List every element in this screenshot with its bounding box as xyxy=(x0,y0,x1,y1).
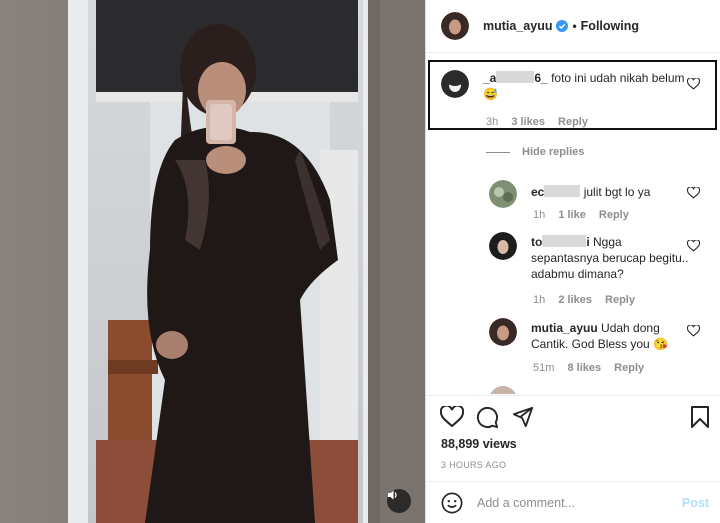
avatar[interactable] xyxy=(489,386,517,394)
comment-text-block: to i Ngga sepantasnya berucap begitu.. ad… xyxy=(531,232,689,282)
like-comment-heart-icon[interactable] xyxy=(687,325,700,337)
like-comment-heart-icon[interactable] xyxy=(687,187,700,199)
comment-username[interactable]: to i xyxy=(531,235,590,249)
like-comment-heart-icon[interactable] xyxy=(687,240,700,252)
reply-button[interactable]: Reply xyxy=(605,294,635,306)
comment-meta: 51m 8 likes Reply xyxy=(533,362,654,374)
emoji: 😅 xyxy=(483,87,498,101)
mirror-selfie-image xyxy=(0,0,425,523)
comment-likes[interactable]: 1 like xyxy=(558,209,586,221)
comment-time: 1h xyxy=(533,209,546,221)
comment: _a 6_ foto ini udah nikah belum 😅 xyxy=(441,70,691,102)
share-plane-icon[interactable] xyxy=(512,406,534,428)
comment-text: foto ini udah nikah belum xyxy=(551,71,685,85)
hide-replies-button[interactable]: Hide replies xyxy=(486,146,584,158)
comment-text-block: ec julit bgt lo ya xyxy=(531,180,650,208)
reply-button[interactable]: Reply xyxy=(614,362,644,374)
comment-time: 1h xyxy=(533,294,546,306)
sound-toggle-button[interactable] xyxy=(387,489,411,513)
bookmark-icon[interactable] xyxy=(691,406,709,428)
redaction-blur xyxy=(496,71,535,83)
reply: ec julit bgt lo ya xyxy=(489,180,689,208)
redaction-blur xyxy=(544,185,581,197)
emoji: 😘 xyxy=(653,337,669,351)
view-count[interactable]: 88,899 views xyxy=(441,437,517,451)
comment-likes[interactable]: 3 likes xyxy=(511,116,545,128)
like-heart-icon[interactable] xyxy=(440,406,464,428)
post-sidebar: mutia_ayuu • Following _a 6_ foto ini uda… xyxy=(425,0,720,523)
comment-meta: 1h 2 likes Reply xyxy=(533,294,645,306)
avatar[interactable] xyxy=(489,232,517,260)
redaction-blur xyxy=(542,235,587,247)
post-timestamp[interactable]: 3 HOURS AGO xyxy=(441,460,506,470)
reply: mutia_ayuu Udah dong Cantik. God Bless y… xyxy=(489,318,689,352)
reply-button[interactable]: Reply xyxy=(599,209,629,221)
reply: to i Ngga sepantasnya berucap begitu.. ad… xyxy=(489,232,689,282)
following-button[interactable]: Following xyxy=(581,19,639,33)
speaker-icon xyxy=(388,490,397,500)
comment-meta: 1h 1 like Reply xyxy=(533,209,639,221)
divider xyxy=(486,151,510,153)
separator-dot: • xyxy=(572,19,577,33)
comment-text: julit bgt lo ya xyxy=(583,185,651,199)
comment-text-block: _a 6_ foto ini udah nikah belum 😅 xyxy=(483,70,691,102)
comment-username[interactable]: mutia_ayuu xyxy=(531,321,598,335)
avatar[interactable] xyxy=(489,318,517,346)
comment-composer: Add a comment... Post xyxy=(426,481,720,523)
post-photo[interactable] xyxy=(0,0,425,523)
author-username[interactable]: mutia_ayuu xyxy=(483,19,552,33)
comment-meta: 3h 3 likes Reply xyxy=(486,116,598,128)
comment-username[interactable]: _a 6_ xyxy=(483,71,548,85)
comment-time: 51m xyxy=(533,362,555,374)
hide-replies-label: Hide replies xyxy=(522,146,585,158)
comment-bubble-icon[interactable] xyxy=(476,406,499,429)
avatar[interactable] xyxy=(441,12,469,40)
action-bar: 88,899 views 3 HOURS AGO xyxy=(426,395,720,480)
avatar[interactable] xyxy=(441,70,469,98)
comment-likes[interactable]: 8 likes xyxy=(567,362,601,374)
like-comment-heart-icon[interactable] xyxy=(687,78,700,90)
comment-input[interactable]: Add a comment... xyxy=(477,496,575,510)
comment-text-block: mutia_ayuu Udah dong Cantik. God Bless y… xyxy=(531,318,689,352)
emoji-smiley-icon[interactable] xyxy=(441,492,463,514)
comment-time: 3h xyxy=(486,116,499,128)
reply-button[interactable]: Reply xyxy=(558,116,588,128)
comment-username[interactable]: ec xyxy=(531,185,581,199)
post-header: mutia_ayuu • Following xyxy=(426,0,720,53)
post-button[interactable]: Post xyxy=(682,496,709,510)
comments-list[interactable]: _a 6_ foto ini udah nikah belum 😅 3h 3 li… xyxy=(426,54,720,394)
avatar[interactable] xyxy=(489,180,517,208)
verified-badge-icon xyxy=(556,20,569,32)
comment-likes[interactable]: 2 likes xyxy=(558,294,592,306)
